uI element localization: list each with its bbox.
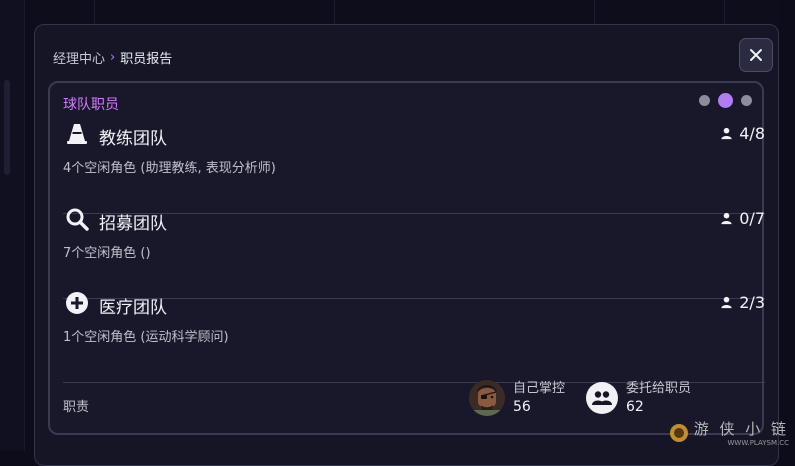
cone-icon <box>67 124 87 144</box>
staff-count-value: 2/3 <box>739 293 765 312</box>
close-button[interactable] <box>739 38 773 72</box>
panel-title: 球队职员 <box>63 97 119 113</box>
self-control-label: 自己掌控 <box>513 381 566 396</box>
team-vacancies: 1个空闲角色 (运动科学顾问) <box>63 330 229 345</box>
delegated-stat: 委托给职员 62 <box>586 380 691 416</box>
staff-report-modal: 经理中心 › 职员报告 球队职员 教练团队 4/8 4个空闲角色 (助理教练, … <box>34 24 779 466</box>
team-staff-panel: 球队职员 教练团队 4/8 4个空闲角色 (助理教练, 表现分析师) 招募团队 … <box>48 81 765 435</box>
watermark-logo-icon <box>669 423 688 442</box>
staff-count: 4/8 <box>720 124 765 143</box>
delegated-value: 62 <box>626 399 644 415</box>
person-icon <box>721 127 732 140</box>
close-icon <box>750 49 762 61</box>
watermark-text: 游 侠 小 链 <box>693 420 789 438</box>
self-control-stat: 自己掌控 56 <box>469 380 565 416</box>
self-control-value: 56 <box>513 399 531 415</box>
person-icon <box>721 296 732 309</box>
medical-cross-icon <box>66 292 88 314</box>
background-header <box>34 0 779 24</box>
responsibilities-label: 职责 <box>63 400 90 415</box>
staff-count-value: 4/8 <box>739 124 765 143</box>
site-watermark: 游 侠 小 链 WWW.PLAYSM.CC <box>668 418 789 447</box>
team-name: 招募团队 <box>99 214 167 234</box>
staff-count: 0/7 <box>720 209 765 228</box>
delegated-label: 委托给职员 <box>626 381 692 396</box>
staff-count: 2/3 <box>720 293 765 312</box>
team-vacancies: 7个空闲角色 () <box>63 246 151 261</box>
watermark-url: WWW.PLAYSM.CC <box>727 439 789 447</box>
breadcrumb: 经理中心 › 职员报告 <box>53 48 172 67</box>
staff-count-value: 0/7 <box>739 209 765 228</box>
page-indicator <box>699 93 752 108</box>
group-icon <box>586 382 618 414</box>
team-name: 教练团队 <box>99 129 167 149</box>
page-dot[interactable] <box>699 95 710 106</box>
person-icon <box>721 212 732 225</box>
breadcrumb-parent[interactable]: 经理中心 <box>53 48 105 67</box>
manager-avatar <box>469 380 505 416</box>
team-row-medical[interactable]: 医疗团队 2/3 1个空闲角色 (运动科学顾问) <box>63 291 765 375</box>
page-dot-active[interactable] <box>718 93 733 108</box>
breadcrumb-current: 职员报告 <box>120 52 173 67</box>
background-scrollbar <box>4 80 10 175</box>
team-row-scouting[interactable]: 招募团队 0/7 7个空闲角色 () <box>63 207 765 291</box>
background-sidebar <box>0 0 25 451</box>
team-row-coaching[interactable]: 教练团队 4/8 4个空闲角色 (助理教练, 表现分析师) <box>63 122 765 206</box>
page-dot[interactable] <box>741 95 752 106</box>
team-name: 医疗团队 <box>99 298 167 318</box>
breadcrumb-separator-icon: › <box>110 50 116 65</box>
team-vacancies: 4个空闲角色 (助理教练, 表现分析师) <box>63 161 276 176</box>
magnifier-icon <box>66 208 89 231</box>
